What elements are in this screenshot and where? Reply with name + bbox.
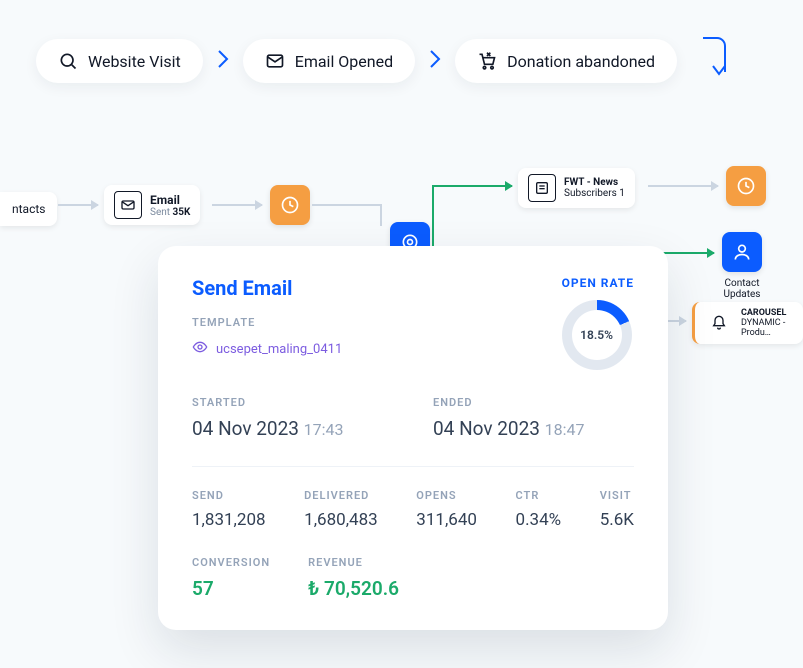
metric-label: DELIVERED — [304, 489, 378, 502]
crumb-email-opened[interactable]: Email Opened — [243, 39, 415, 83]
clock-icon — [280, 195, 300, 215]
metric-value: ₺ 70,520.6 — [308, 577, 399, 600]
bell-icon — [705, 309, 733, 337]
mail-icon — [114, 191, 142, 219]
started-time: 17:43 — [304, 420, 344, 439]
cart-x-icon — [477, 51, 497, 71]
ended-time: 18:47 — [545, 420, 585, 439]
crumb-label: Email Opened — [295, 52, 393, 71]
template-label: TEMPLATE — [192, 316, 342, 329]
template-name: ucsepet_maling_0411 — [216, 342, 342, 357]
mail-icon — [265, 51, 285, 71]
node-contact-updates[interactable] — [722, 232, 762, 272]
node-email[interactable]: Email Sent 35K — [104, 185, 200, 225]
metric-value: 1,831,208 — [192, 510, 266, 530]
metric-label: VISIT — [600, 489, 634, 502]
metric-label: SEND — [192, 489, 266, 502]
node-title: Email — [150, 193, 190, 207]
node-sub: Sent — [150, 207, 173, 218]
node-line2: Subscribers 1 — [564, 188, 625, 199]
flow-arrow — [58, 204, 98, 206]
openrate-donut: 18.5% — [562, 300, 632, 370]
metric-label: CTR — [516, 489, 562, 502]
metric-label: REVENUE — [308, 556, 399, 569]
card-title: Send Email — [192, 276, 342, 300]
search-icon — [58, 51, 78, 71]
ended-label: ENDED — [433, 396, 634, 409]
clock-icon — [736, 176, 756, 196]
user-icon — [732, 242, 752, 262]
metric-value: 5.6K — [600, 510, 634, 530]
crumb-label: Website Visit — [88, 52, 181, 71]
metric-value: 0.34% — [516, 510, 562, 530]
chevron-right-icon — [429, 49, 441, 74]
flow-connector — [432, 185, 434, 240]
node-line1: FWT - News — [564, 177, 625, 188]
node-caption: Contact Updates — [712, 278, 772, 300]
node-line1: CAROUSEL — [741, 308, 793, 318]
breadcrumb: Website Visit Email Opened Donation aban… — [36, 36, 731, 86]
crumb-donation-abandoned[interactable]: Donation abandoned — [455, 39, 677, 83]
node-line2: DYNAMIC - Produ… — [741, 318, 793, 338]
flow-connector — [380, 204, 382, 226]
news-icon — [528, 174, 556, 202]
chevron-right-icon — [217, 49, 229, 74]
template-link[interactable]: ucsepet_maling_0411 — [192, 339, 342, 359]
node-sub-bold: 35K — [173, 207, 191, 218]
openrate-label: OPEN RATE — [562, 276, 634, 290]
node-wait[interactable] — [270, 185, 310, 225]
metric-value: 57 — [192, 577, 270, 600]
metric-label: CONVERSION — [192, 556, 270, 569]
metric-value: 1,680,483 — [304, 510, 378, 530]
flow-connector — [312, 204, 382, 206]
flow-arrow — [212, 204, 262, 206]
flow-arrow — [648, 185, 718, 187]
node-label: ntacts — [12, 202, 45, 216]
started-label: STARTED — [192, 396, 393, 409]
node-carousel[interactable]: CAROUSEL DYNAMIC - Produ… — [692, 302, 803, 344]
detail-card: Send Email TEMPLATE ucsepet_maling_0411 … — [158, 246, 668, 630]
node-fwt-news[interactable]: FWT - News Subscribers 1 — [518, 168, 635, 208]
flow-arrow — [432, 185, 512, 187]
metric-label: OPENS — [416, 489, 477, 502]
ended-date: 04 Nov 2023 — [433, 417, 540, 440]
openrate-value: 18.5% — [580, 328, 613, 342]
arrow-down-icon — [701, 36, 731, 86]
started-date: 04 Nov 2023 — [192, 417, 299, 440]
eye-icon — [192, 339, 208, 359]
crumb-label: Donation abandoned — [507, 52, 655, 71]
crumb-website-visit[interactable]: Website Visit — [36, 39, 203, 83]
metric-value: 311,640 — [416, 510, 477, 530]
node-contacts[interactable]: ntacts — [0, 192, 57, 226]
node-wait[interactable] — [726, 166, 766, 206]
